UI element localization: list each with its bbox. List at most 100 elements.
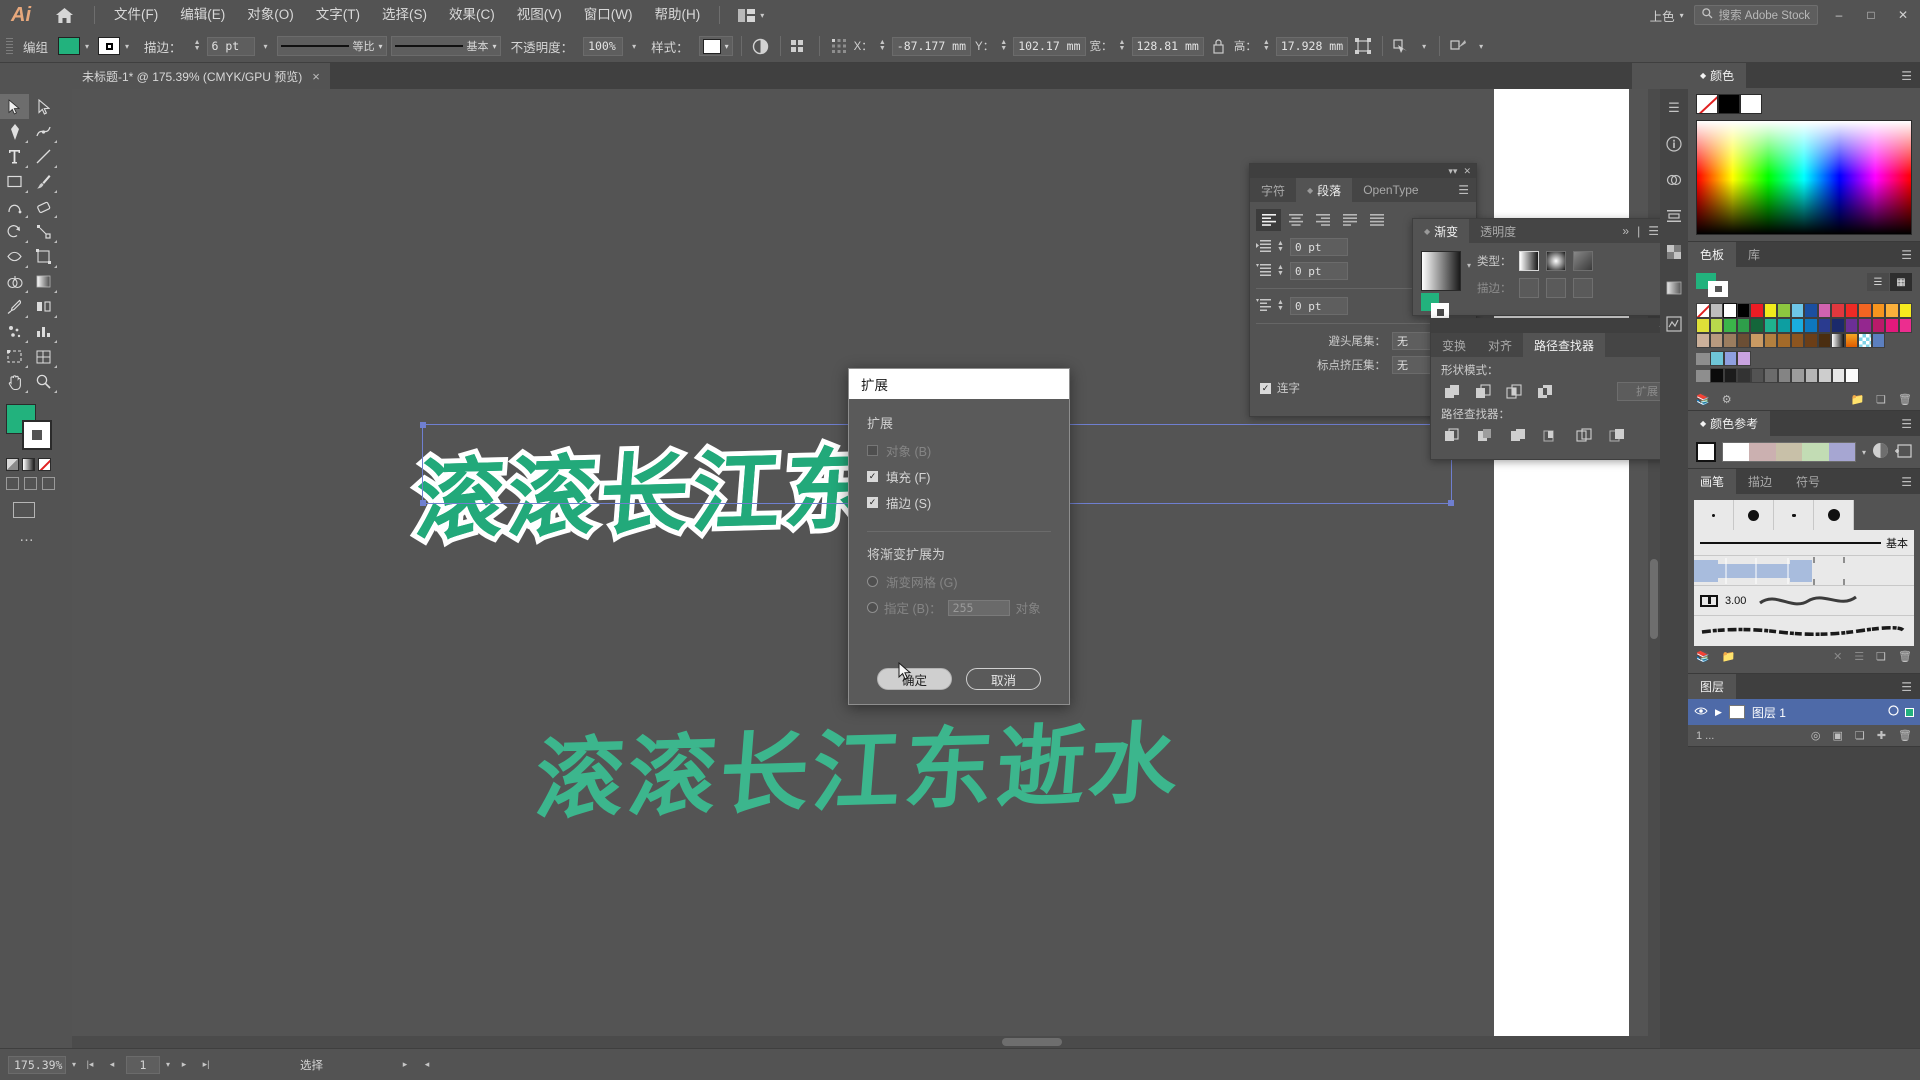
draw-normal-icon[interactable] <box>6 477 19 490</box>
exclude-icon[interactable] <box>1534 381 1556 401</box>
scale-tool[interactable] <box>29 219 58 244</box>
screen-mode-icon[interactable] <box>13 502 35 518</box>
graphic-style-select[interactable]: ▾ <box>698 36 733 56</box>
info-icon[interactable] <box>1663 133 1685 155</box>
intersect-icon[interactable] <box>1503 381 1525 401</box>
align-left-icon[interactable] <box>1256 209 1281 231</box>
crop-icon[interactable] <box>1540 425 1562 445</box>
reference-point-icon[interactable] <box>828 35 850 57</box>
radial-gradient-icon[interactable] <box>1545 251 1566 271</box>
horizontal-scrollbar[interactable] <box>72 1036 1660 1048</box>
control-bar-grip[interactable] <box>6 35 13 57</box>
swatch-color[interactable] <box>1723 351 1737 366</box>
swatch-color[interactable] <box>1709 333 1723 348</box>
stroke-weight-field[interactable]: 6 pt <box>206 36 255 56</box>
swatch-libraries-icon[interactable]: 📚 <box>1696 393 1710 406</box>
list-view-icon[interactable]: ☰ <box>1867 273 1889 291</box>
panel-menu-icon[interactable]: ☰ <box>1663 97 1685 119</box>
swatch-color[interactable] <box>1709 318 1723 333</box>
swatch-color[interactable] <box>1696 333 1710 348</box>
last-artboard-icon[interactable]: ▸| <box>198 1056 214 1074</box>
chevron-down-icon[interactable]: ▾ <box>1862 448 1866 457</box>
swatch-color[interactable] <box>1817 333 1831 348</box>
space-before-stepper[interactable]: ▲ ▼ <box>1275 299 1286 312</box>
brush-libraries-icon[interactable]: 📚 <box>1696 650 1710 663</box>
panel-menu-icon[interactable]: ☰ <box>1893 469 1920 494</box>
tab-pathfinder[interactable]: 路径查找器 <box>1523 333 1606 357</box>
blend-tool[interactable] <box>29 294 58 319</box>
zoom-level-field[interactable]: 175.39% <box>8 1055 66 1074</box>
swatch-color[interactable] <box>1723 333 1737 348</box>
maximize-button[interactable]: □ <box>1860 5 1882 25</box>
tab-swatches[interactable]: 色板 <box>1688 242 1737 267</box>
outline-icon[interactable] <box>1573 425 1595 445</box>
next-artboard-icon[interactable]: ▸ <box>176 1056 192 1074</box>
swatch-color[interactable] <box>1750 333 1764 348</box>
brush-dot-tiny[interactable] <box>1694 500 1734 530</box>
swatch-color[interactable] <box>1790 318 1804 333</box>
swatch-gray[interactable] <box>1777 368 1791 383</box>
image-trace-icon[interactable] <box>1663 313 1685 335</box>
panel-menu-icon[interactable]: ☰ <box>1893 674 1920 699</box>
tab-paragraph[interactable]: ◆ 段落 <box>1296 178 1353 202</box>
tab-transparency[interactable]: 透明度 <box>1469 219 1527 243</box>
create-sublayer-icon[interactable]: ❏ <box>1855 729 1865 742</box>
y-stepper[interactable]: ▲ ▼ <box>998 39 1009 52</box>
layer-row[interactable]: ▶ 图层 1 <box>1688 699 1920 725</box>
tab-gradient[interactable]: ◆ 渐变 <box>1413 219 1470 243</box>
artboard-number-field[interactable]: 1 <box>126 1055 161 1074</box>
swatch-color[interactable] <box>1790 333 1804 348</box>
artwork-solid-text[interactable]: 滚滚长江东逝水 <box>531 693 1187 837</box>
menu-edit[interactable]: 编辑(E) <box>169 0 236 30</box>
swatch-color[interactable] <box>1750 303 1764 318</box>
swatch-color[interactable] <box>1831 303 1845 318</box>
align-options-icon[interactable] <box>789 35 811 57</box>
expand-stroke-checkbox[interactable]: ✓ <box>867 497 878 508</box>
new-layer-icon[interactable]: ✚ <box>1877 729 1886 742</box>
none-button[interactable] <box>38 458 51 471</box>
fill-stroke-control[interactable] <box>6 404 54 452</box>
symbol-sprayer-tool[interactable] <box>0 319 29 344</box>
pen-tool[interactable] <box>0 119 29 144</box>
swatch-color[interactable] <box>1736 318 1750 333</box>
more-tools-button[interactable]: … <box>19 528 58 545</box>
new-color-group-icon[interactable]: 📁 <box>1850 393 1864 406</box>
trim-icon[interactable] <box>1474 425 1496 445</box>
swatch-color[interactable] <box>1737 351 1751 366</box>
column-graph-tool[interactable] <box>29 319 58 344</box>
swatch-color[interactable] <box>1763 333 1777 348</box>
chevron-down-icon[interactable]: ▾ <box>1417 37 1431 55</box>
chevron-down-icon[interactable]: ▾ <box>166 1060 170 1069</box>
tab-opentype[interactable]: OpenType <box>1352 178 1429 202</box>
swatch-color[interactable] <box>1844 318 1858 333</box>
swatch-color[interactable] <box>1763 303 1777 318</box>
new-swatch-icon[interactable]: ❏ <box>1876 393 1886 406</box>
make-clipping-mask-icon[interactable]: ▣ <box>1833 729 1843 742</box>
swatch-pattern[interactable] <box>1871 333 1885 348</box>
swatch-white[interactable] <box>1723 303 1737 318</box>
stroke-profile-select[interactable]: 等比 ▾ <box>276 36 387 56</box>
transparency-icon[interactable] <box>1663 241 1685 263</box>
width-stepper[interactable]: ▲ ▼ <box>1117 39 1128 52</box>
align-center-icon[interactable] <box>1283 209 1308 231</box>
brush-dot-xl[interactable] <box>1814 500 1854 530</box>
swatch-color[interactable] <box>1696 318 1710 333</box>
harmony-rules-icon[interactable] <box>1872 442 1889 462</box>
delete-layer-icon[interactable]: 🗑 <box>1898 729 1912 742</box>
expand-stroke-row[interactable]: ✓ 描边 (S) <box>867 493 1051 512</box>
panel-menu-icon[interactable]: ☰ <box>1893 411 1920 436</box>
swatch-pattern[interactable] <box>1858 333 1872 348</box>
brush-dot-large[interactable] <box>1734 500 1774 530</box>
stroke-weight-stepper[interactable]: ▲ ▼ <box>192 39 203 52</box>
align-icon[interactable] <box>1663 205 1685 227</box>
swatch-color[interactable] <box>1885 303 1899 318</box>
zoom-tool[interactable] <box>29 369 58 394</box>
swatch-gray[interactable] <box>1764 368 1778 383</box>
hand-tool[interactable] <box>0 369 29 394</box>
height-field[interactable]: 17.928 mm <box>1275 36 1349 56</box>
tab-libraries[interactable]: 库 <box>1736 242 1772 267</box>
draw-behind-icon[interactable] <box>24 477 37 490</box>
space-before-field[interactable]: 0 pt <box>1290 297 1348 315</box>
libraries-icon[interactable]: 📁 <box>1722 650 1736 663</box>
eraser-tool[interactable] <box>29 194 58 219</box>
